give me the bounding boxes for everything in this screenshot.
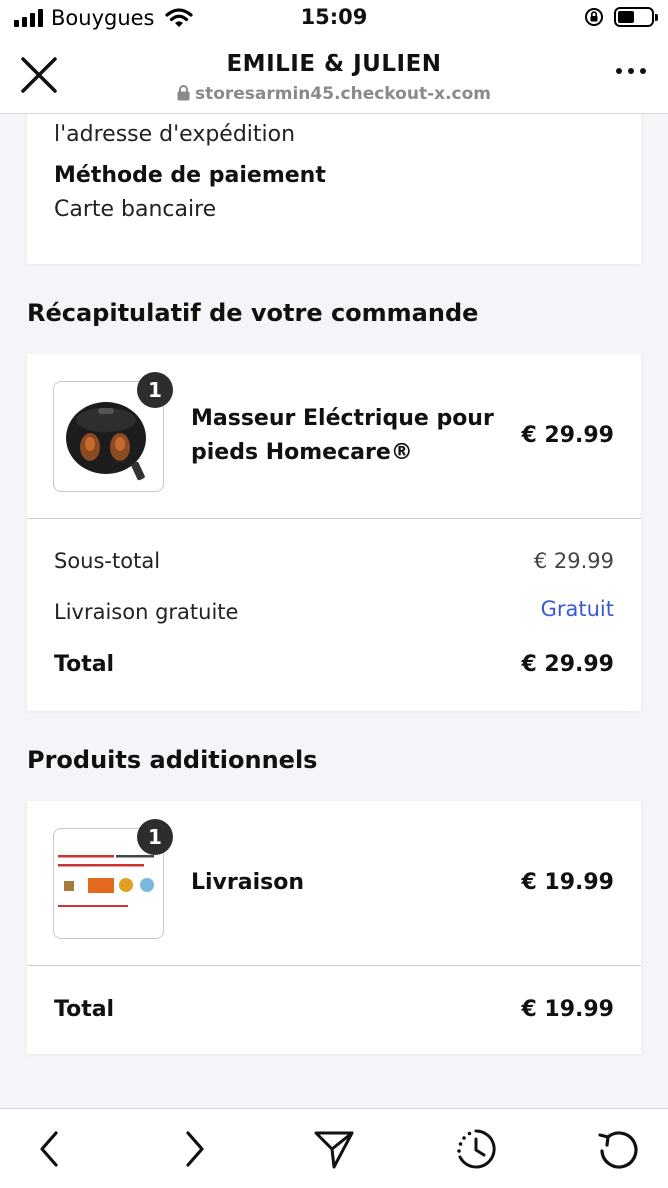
quantity-badge: 1 <box>137 372 173 408</box>
product-name-line2: pieds Homecare® <box>191 440 413 465</box>
total-label: Total <box>54 652 115 677</box>
url-bar[interactable]: storesarmin45.checkout-x.com <box>0 84 668 104</box>
page-title: EMILIE & JULIEN <box>226 51 442 77</box>
battery-icon <box>614 7 658 27</box>
product-name: Masseur Eléctrique pour pieds Homecare® <box>191 402 494 470</box>
order-summary-card: 1 Masseur Eléctrique pour pieds Homecare… <box>27 354 641 711</box>
delivery-price: € 19.99 <box>521 870 614 895</box>
info-card: l'adresse d'expédition Méthode de paieme… <box>27 114 641 264</box>
product-thumbnail: 1 <box>53 372 173 492</box>
shipping-label: Livraison gratuite <box>54 600 239 624</box>
more-icon[interactable] <box>616 68 646 74</box>
additional-products-heading: Produits additionnels <box>27 746 318 774</box>
status-right <box>584 7 658 27</box>
additional-total-label: Total <box>54 997 115 1022</box>
send-icon[interactable] <box>312 1127 356 1171</box>
orientation-lock-icon <box>585 8 603 26</box>
browser-toolbar <box>0 1108 668 1188</box>
lock-icon <box>177 85 190 101</box>
chevron-right-icon[interactable] <box>172 1127 216 1171</box>
payment-method-title: Méthode de paiement <box>54 163 326 188</box>
shipping-value: Gratuit <box>540 597 614 621</box>
status-bar: Bouygues 15:09 <box>0 0 668 40</box>
divider <box>27 965 641 966</box>
divider <box>27 518 641 519</box>
status-time: 15:09 <box>300 5 368 29</box>
total-value: € 29.99 <box>521 652 614 677</box>
product-name-line1: Masseur Eléctrique pour <box>191 406 494 431</box>
reload-icon[interactable] <box>596 1127 640 1171</box>
browser-header: EMILIE & JULIEN storesarmin45.checkout-x… <box>0 40 668 114</box>
product-price: € 29.99 <box>521 423 614 448</box>
shipping-address-label: l'adresse d'expédition <box>54 122 296 147</box>
payment-method-value: Carte bancaire <box>54 197 217 222</box>
quantity-badge: 1 <box>137 819 173 855</box>
order-summary-heading: Récapitulatif de votre commande <box>27 299 479 327</box>
additional-total-value: € 19.99 <box>521 997 614 1022</box>
subtotal-value: € 29.99 <box>533 549 614 573</box>
delivery-thumbnail: 1 <box>53 819 173 939</box>
subtotal-label: Sous-total <box>54 549 161 573</box>
delivery-name: Livraison <box>191 870 305 895</box>
url-text: storesarmin45.checkout-x.com <box>194 84 492 104</box>
history-icon[interactable] <box>454 1127 498 1171</box>
chevron-left-icon[interactable] <box>28 1127 72 1171</box>
additional-products-card: 1 Livraison € 19.99 Total € 19.99 <box>27 801 641 1054</box>
checkout-content: l'adresse d'expédition Méthode de paieme… <box>0 114 668 1108</box>
